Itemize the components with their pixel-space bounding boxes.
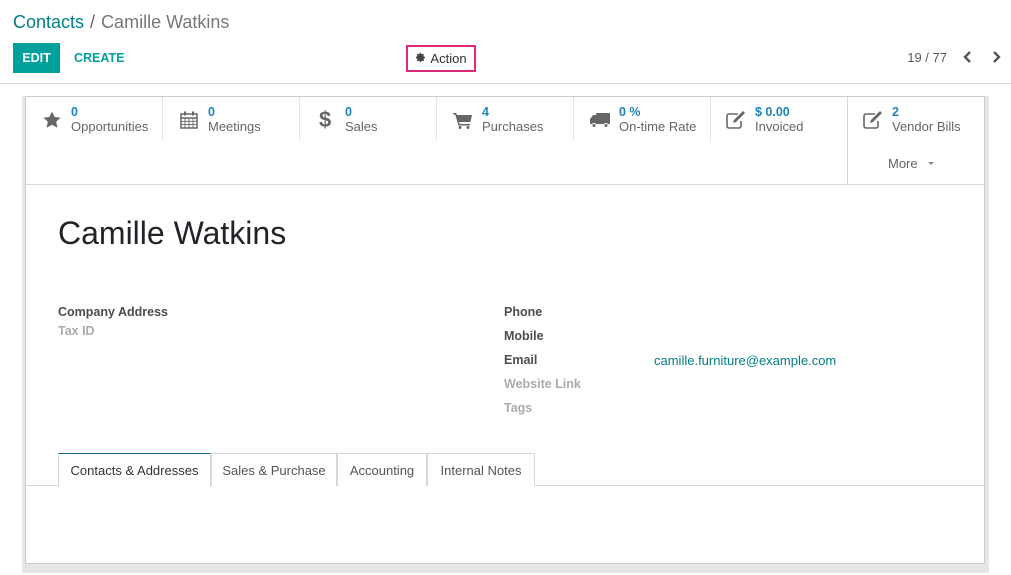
divider	[436, 97, 437, 141]
gear-icon	[415, 51, 426, 66]
stat-value: 2	[892, 105, 899, 119]
stat-value: 0 %	[619, 105, 641, 119]
stat-button-vendor-bills[interactable]: 2 Vendor Bills	[861, 97, 961, 141]
breadcrumb: Contacts / Camille Watkins	[13, 10, 229, 34]
action-dropdown-button[interactable]: Action	[406, 45, 476, 72]
field-label-email: Email	[504, 353, 538, 367]
pager-previous-button[interactable]	[960, 48, 976, 66]
notebook-tabs: Contacts & Addresses Sales & Purchase Ac…	[26, 453, 984, 487]
more-dropdown-button[interactable]: More	[888, 156, 934, 171]
pager-next-button[interactable]	[988, 48, 1004, 66]
chevron-right-icon	[993, 51, 1001, 63]
field-label-phone: Phone	[504, 305, 543, 319]
star-icon	[40, 108, 64, 132]
email-value-link[interactable]: camille.furniture@example.com	[654, 353, 836, 368]
stat-value: 0	[345, 105, 352, 119]
stat-value: 4	[482, 105, 489, 119]
stat-label: Opportunities	[71, 119, 149, 134]
breadcrumb-separator: /	[90, 12, 96, 32]
stat-button-on-time-rate[interactable]: 0 % On-time Rate	[588, 97, 696, 141]
stat-value: $ 0.00	[755, 105, 790, 119]
stat-button-invoiced[interactable]: $ 0.00 Invoiced	[724, 97, 803, 141]
form-sheet: 0 Opportunities 0 Meetings $ 0 Sales 4 Purch…	[25, 96, 985, 564]
edit-icon	[724, 108, 748, 132]
edit-icon	[861, 108, 885, 132]
calendar-icon	[177, 108, 201, 132]
svg-text:$: $	[319, 109, 331, 131]
edit-button[interactable]: EDIT	[13, 43, 60, 73]
caret-down-icon	[927, 162, 934, 165]
stat-value: 0	[208, 105, 215, 119]
field-label-company-address: Company Address	[58, 305, 168, 319]
control-panel: Contacts / Camille Watkins EDIT CREATE Act…	[0, 0, 1011, 84]
tab-accounting[interactable]: Accounting	[337, 453, 427, 486]
more-label: More	[888, 156, 918, 171]
tab-contacts-addresses[interactable]: Contacts & Addresses	[58, 453, 211, 487]
stat-button-meetings[interactable]: 0 Meetings	[177, 97, 261, 141]
shopping-cart-icon	[451, 108, 475, 132]
field-label-mobile: Mobile	[504, 329, 544, 343]
tab-sales-purchase[interactable]: Sales & Purchase	[211, 453, 337, 486]
divider	[710, 97, 711, 141]
tab-internal-notes[interactable]: Internal Notes	[427, 453, 535, 486]
field-label-tags: Tags	[504, 401, 533, 415]
stat-label: On-time Rate	[619, 119, 697, 134]
divider	[162, 97, 163, 141]
stat-button-purchases[interactable]: 4 Purchases	[451, 97, 543, 141]
stat-label: Sales	[345, 119, 378, 134]
divider	[573, 97, 574, 141]
truck-icon	[588, 108, 612, 132]
action-label: Action	[430, 51, 467, 66]
create-button[interactable]: CREATE	[66, 43, 132, 73]
record-title: Camille Watkins	[58, 215, 287, 251]
stat-button-opportunities[interactable]: 0 Opportunities	[40, 97, 148, 141]
breadcrumb-contacts-link[interactable]: Contacts	[13, 12, 84, 32]
dollar-icon: $	[314, 108, 338, 132]
more-column: 2 Vendor Bills More	[847, 97, 984, 185]
stat-label: Purchases	[482, 119, 544, 134]
divider	[299, 97, 300, 141]
stat-label: Vendor Bills	[892, 119, 961, 134]
field-label-tax-id: Tax ID	[58, 324, 95, 338]
stat-label: Invoiced	[755, 119, 804, 134]
smart-button-box: 0 Opportunities 0 Meetings $ 0 Sales 4 Purch…	[26, 97, 984, 185]
stat-label: Meetings	[208, 119, 261, 134]
stat-button-sales[interactable]: $ 0 Sales	[314, 97, 378, 141]
stat-value: 0	[71, 105, 78, 119]
field-label-website-link: Website Link	[504, 377, 581, 391]
pager-value: 19 / 77	[907, 50, 947, 65]
breadcrumb-current: Camille Watkins	[101, 12, 230, 32]
chevron-left-icon	[963, 51, 971, 63]
